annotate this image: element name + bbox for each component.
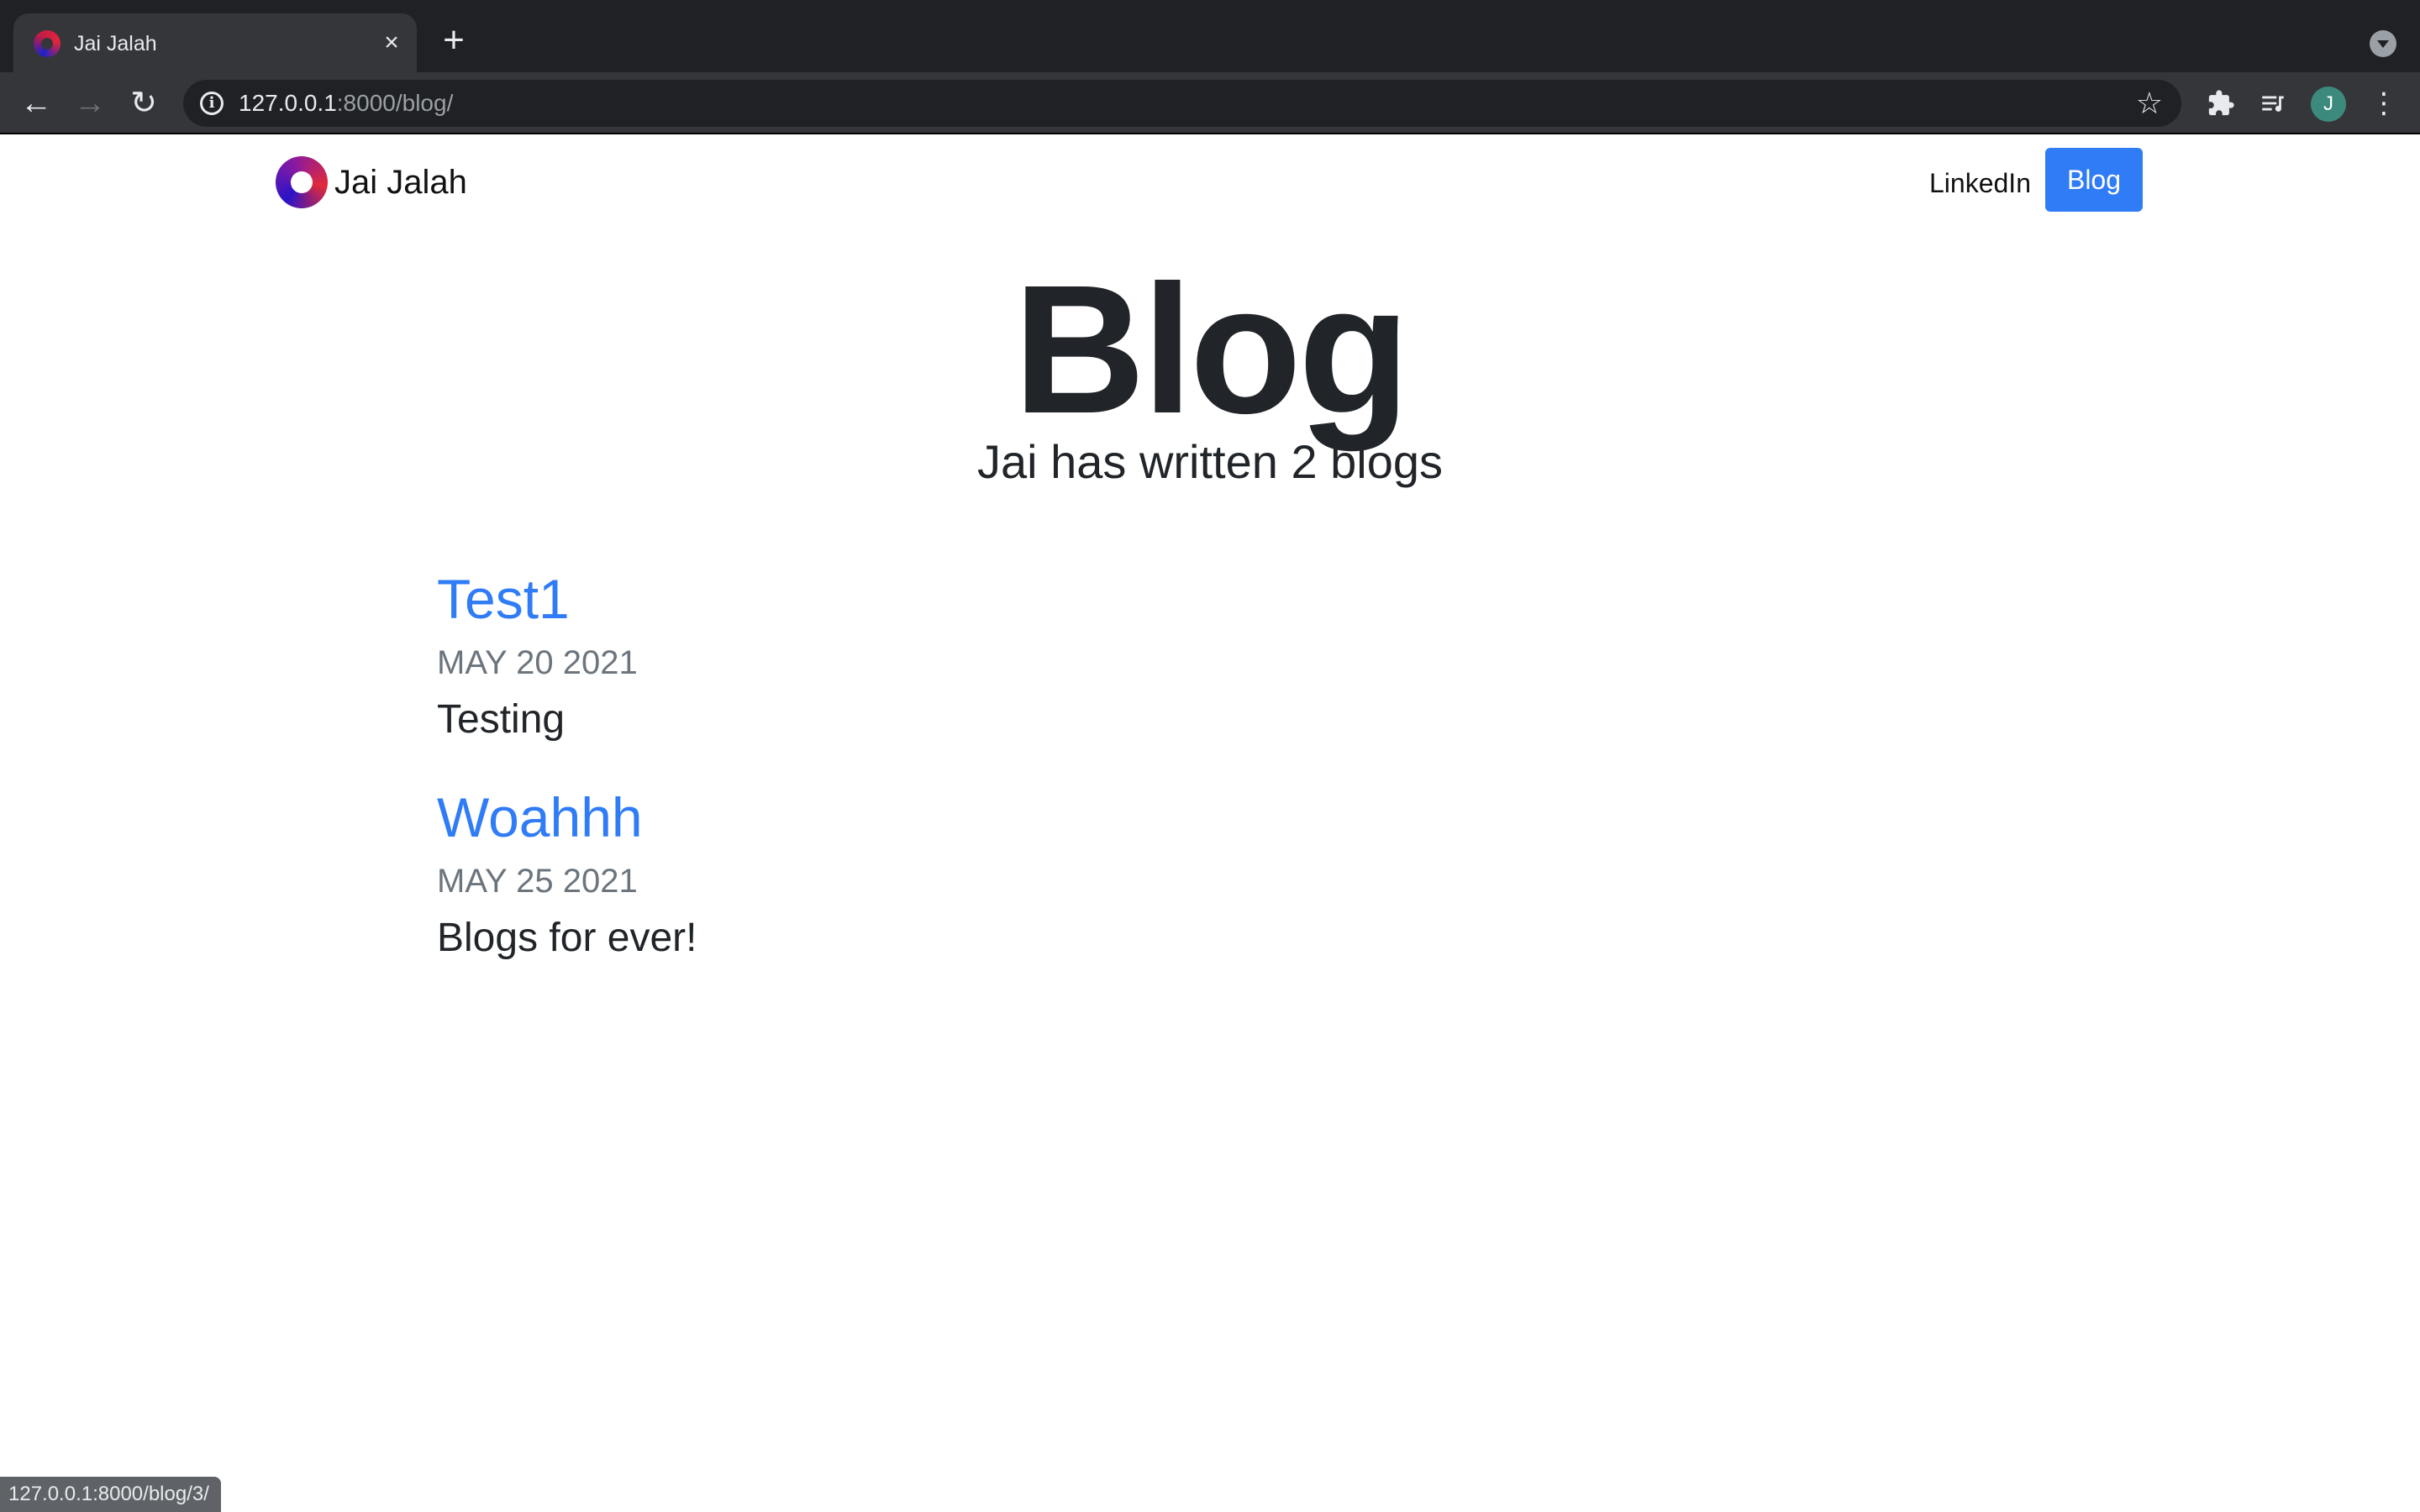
media-queue-icon[interactable]	[2254, 84, 2292, 123]
blog-post: Test1 MAY 20 2021 Testing	[437, 563, 638, 749]
browser-tab[interactable]: Jai Jalah ×	[13, 13, 417, 72]
web-page: Jai Jalah LinkedIn Blog Blog Jai has wri…	[0, 134, 2420, 1512]
site-brand[interactable]: Jai Jalah	[276, 156, 467, 208]
profile-avatar[interactable]: J	[2311, 87, 2346, 122]
extensions-puzzle-icon[interactable]	[2202, 84, 2240, 123]
nav-link-linkedin[interactable]: LinkedIn	[1929, 165, 2031, 202]
bookmark-star-icon[interactable]: ☆	[2136, 87, 2163, 120]
close-tab-icon[interactable]: ×	[376, 28, 407, 58]
address-bar[interactable]: i 127.0.0.1:8000/blog/ ☆	[183, 80, 2181, 127]
site-info-icon[interactable]: i	[200, 92, 224, 115]
url-path: :8000/blog/	[336, 90, 454, 116]
back-arrow-icon[interactable]: ←	[17, 84, 55, 123]
url-host: 127.0.0.1	[239, 90, 337, 116]
browser-toolbar: ← → ↻ i 127.0.0.1:8000/blog/ ☆ J ⋮	[0, 72, 2420, 134]
link-status-bubble: 127.0.0.1:8000/blog/3/	[0, 1477, 221, 1512]
brand-name: Jai Jalah	[334, 164, 467, 201]
forward-arrow-icon[interactable]: →	[71, 84, 109, 123]
post-date: MAY 20 2021	[437, 644, 638, 681]
more-menu-icon[interactable]: ⋮	[2365, 84, 2403, 123]
tab-title: Jai Jalah	[74, 32, 157, 55]
blog-post: Woahhh MAY 25 2021 Blogs for ever!	[437, 781, 697, 968]
tab-search-icon[interactable]	[2370, 30, 2396, 57]
post-summary: Testing	[437, 697, 566, 742]
site-favicon-icon	[34, 30, 60, 57]
post-date: MAY 25 2021	[437, 863, 638, 900]
new-tab-button[interactable]: +	[435, 22, 472, 60]
post-title-link[interactable]: Test1	[437, 563, 638, 635]
post-title-link[interactable]: Woahhh	[437, 781, 697, 853]
brand-logo-icon	[276, 156, 328, 208]
url-text[interactable]: 127.0.0.1:8000/blog/	[239, 90, 453, 117]
nav-link-blog[interactable]: Blog	[2045, 148, 2143, 212]
reload-icon[interactable]: ↻	[124, 84, 163, 123]
tab-strip: Jai Jalah × +	[0, 0, 2420, 72]
post-summary: Blogs for ever!	[437, 916, 697, 960]
page-subtitle: Jai has written 2 blogs	[976, 435, 1444, 488]
